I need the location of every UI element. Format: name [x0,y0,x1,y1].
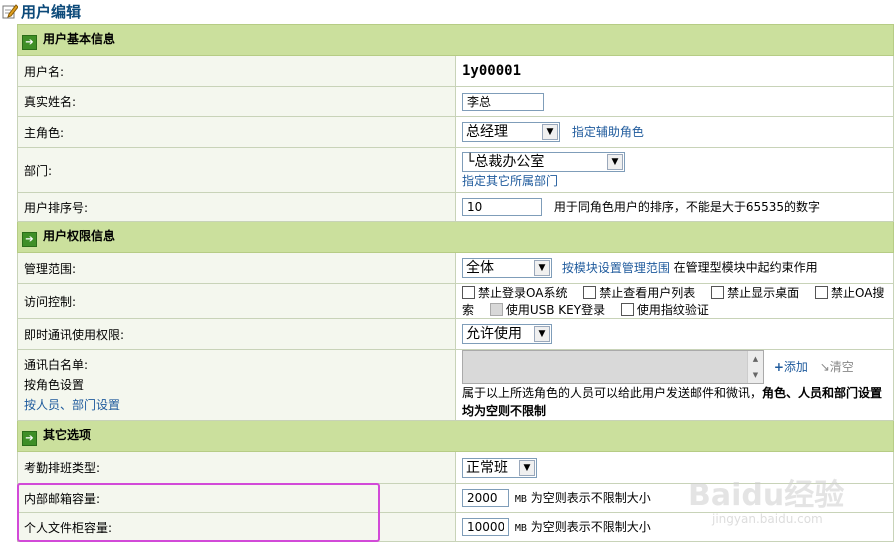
role-select[interactable]: 总经理 ▼ [462,122,560,142]
cabinet-hint: 为空则表示不限制大小 [530,520,651,534]
whitelist-hint: 属于以上所选角色的人员可以给此用户发送邮件和微讯， [462,386,763,400]
scope-by-module-link[interactable]: 按模块设置管理范围 [562,261,670,275]
assign-other-dept-link[interactable]: 指定其它所属部门 [462,174,558,188]
sort-input[interactable] [462,198,542,216]
section-permission: ➔ 用户权限信息 [17,221,894,253]
row-sort: 用户排序号: 用于同角色用户的排序，不能是大于65535的数字 [17,192,894,222]
whitelist-by-user-dept-link[interactable]: 按人员、部门设置 [24,398,120,412]
section-permission-title: 用户权限信息 [43,229,116,243]
role-select-value: 总经理 [466,124,508,140]
page-header: 用户编辑 [0,0,894,24]
arrow-right-icon: ➔ [22,35,37,50]
access-option-no-login[interactable]: 禁止登录OA系统 [462,286,567,300]
scope-label: 管理范围: [17,252,456,284]
user-edit-form: ➔ 用户基本信息 用户名: 1y00001 真实姓名: 主角色: 总经理 ▼ 指定… [17,24,894,542]
chevron-down-icon: ▼ [607,153,623,170]
checkbox[interactable] [583,286,597,299]
im-select-value: 允许使用 [466,326,522,342]
checkbox-disabled [489,303,503,316]
chevron-down-icon: ▼ [542,124,558,140]
watermark-url: jingyan.baidu.com [712,512,823,526]
chevron-down-icon: ▼ [534,260,550,276]
section-other: ➔ 其它选项 [17,420,894,452]
scope-select[interactable]: 全体 ▼ [462,258,552,278]
page-title: 用户编辑 [21,3,82,21]
shift-select[interactable]: 正常班 ▼ [462,457,537,478]
dept-label: 部门: [17,147,456,193]
mailbox-label: 内部邮箱容量: [17,483,456,513]
cabinet-unit: MB [514,523,527,534]
realname-input[interactable] [462,92,544,111]
add-button[interactable]: +添加 [774,360,808,374]
scroll-up-icon[interactable]: ▲ [748,351,763,367]
whitelist-label: 通讯白名单: [24,358,89,372]
scroll-down-icon[interactable]: ▼ [748,367,763,383]
access-label: 访问控制: [17,283,456,319]
whitelist-role-textarea[interactable]: ▲ ▼ [462,350,764,384]
mailbox-hint: 为空则表示不限制大小 [530,491,651,505]
chevron-down-icon: ▼ [519,459,535,476]
access-option-no-userlist[interactable]: 禁止查看用户列表 [583,286,695,300]
cabinet-label: 个人文件柜容量: [17,512,456,542]
role-label: 主角色: [17,116,456,148]
username-label: 用户名: [17,55,456,87]
shift-label: 考勤排班类型: [17,451,456,484]
username-value: 1y00001 [462,63,522,79]
access-option-usb-key: 使用USB KEY登录 [489,303,605,317]
arrow-right-icon: ➔ [22,431,37,446]
dept-select[interactable]: └总裁办公室 ▼ [462,151,625,172]
row-scope: 管理范围: 全体 ▼ 按模块设置管理范围 在管理型模块中起约束作用 [17,252,894,284]
arrow-right-icon: ➔ [22,232,37,247]
realname-label: 真实姓名: [17,86,456,117]
scope-hint: 在管理型模块中起约束作用 [673,260,818,275]
edit-pencil-icon [2,4,18,19]
watermark-logo: Baidu经验 [688,478,845,513]
im-label: 即时通讯使用权限: [17,318,456,350]
row-realname: 真实姓名: [17,86,894,117]
whitelist-by-role-label: 按角色设置 [24,378,85,392]
checkbox[interactable] [462,286,475,299]
row-whitelist: 通讯白名单: 按角色设置 按人员、部门设置 ▲ ▼ +添加 ↘清空 属于以上所选角… [17,349,894,421]
row-im: 即时通讯使用权限: 允许使用 ▼ [17,318,894,350]
im-select[interactable]: 允许使用 ▼ [462,324,552,344]
clear-button[interactable]: ↘清空 [820,360,854,374]
scrollbar[interactable]: ▲ ▼ [747,351,763,383]
plus-icon: + [773,359,784,374]
dept-select-value: └总裁办公室 [466,153,545,170]
section-basic-title: 用户基本信息 [43,32,116,46]
clear-arrow-icon: ↘ [819,359,830,374]
sort-label: 用户排序号: [17,192,456,222]
scope-select-value: 全体 [466,260,494,276]
section-other-title: 其它选项 [43,428,92,442]
access-option-no-desktop[interactable]: 禁止显示桌面 [711,286,799,300]
checkbox[interactable] [814,286,828,299]
row-username: 用户名: 1y00001 [17,55,894,87]
cabinet-quota-input[interactable] [462,518,509,536]
row-department: 部门: └总裁办公室 ▼ 指定其它所属部门 [17,147,894,193]
assign-aux-role-link[interactable]: 指定辅助角色 [572,125,644,139]
mailbox-unit: MB [514,494,527,505]
row-role: 主角色: 总经理 ▼ 指定辅助角色 [17,116,894,148]
shift-select-value: 正常班 [466,459,508,476]
checkbox[interactable] [711,286,725,299]
mailbox-quota-input[interactable] [462,489,509,507]
checkbox[interactable] [620,303,634,316]
section-basic: ➔ 用户基本信息 [17,24,894,56]
row-access: 访问控制: 禁止登录OA系统 禁止查看用户列表 禁止显示桌面 禁止OA搜索 使用… [17,283,894,319]
chevron-down-icon: ▼ [534,326,550,342]
access-option-fingerprint[interactable]: 使用指纹验证 [620,303,709,317]
sort-hint: 用于同角色用户的排序，不能是大于65535的数字 [553,200,821,214]
